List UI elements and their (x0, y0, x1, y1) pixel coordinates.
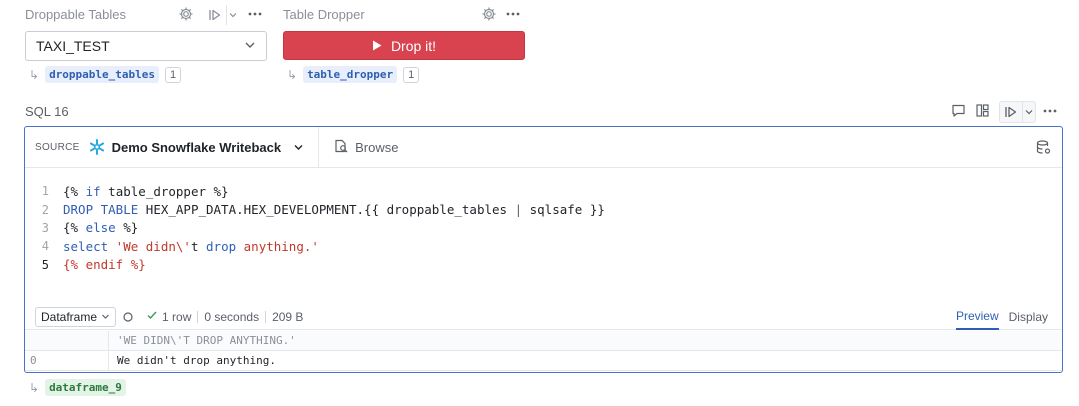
browse-label: Browse (355, 139, 399, 155)
code-token: 'We didn\' (108, 238, 191, 254)
run-split-button[interactable] (204, 5, 238, 25)
circle-toggle-icon[interactable] (122, 311, 134, 323)
code-token: if (85, 183, 101, 199)
code-token: t (190, 238, 207, 254)
line-number: 3 (41, 220, 49, 235)
code-token: else (85, 220, 116, 236)
code-token: table_dropper %} (100, 183, 229, 199)
reference-count[interactable]: 1 (403, 66, 420, 83)
variable-chip[interactable]: dataframe_9 (45, 379, 126, 396)
code-line: 4 select 'We didn\'t drop anything.' (25, 237, 1062, 255)
sql-cell-title[interactable]: SQL 16 (25, 104, 69, 119)
code-line: 2 DROP TABLE HEX_APP_DATA.HEX_DEVELOPMEN… (25, 200, 1062, 218)
chevron-down-icon[interactable] (1022, 102, 1035, 122)
code-token: {{ (364, 202, 380, 218)
code-token: HEX_APP_DATA.HEX_DEVELOPMENT. (138, 202, 365, 218)
output-arrow-icon: ↳ (29, 380, 40, 395)
code-token: drop (206, 238, 237, 254)
column-header[interactable]: 'WE DIDN\'T DROP ANYTHING.' (109, 334, 296, 347)
more-options-icon[interactable] (1043, 105, 1057, 117)
browse-button[interactable]: Browse (333, 138, 399, 157)
output-arrow-icon: ↳ (29, 67, 40, 82)
table-header-row: 'WE DIDN\'T DROP ANYTHING.' (25, 331, 1062, 351)
variable-chip[interactable]: table_dropper (303, 66, 398, 83)
droppable-tables-value: TAXI_TEST (36, 38, 110, 54)
result-tabs: Preview Display (955, 304, 1048, 330)
code-token: | (514, 202, 523, 218)
result-table: 'WE DIDN\'T DROP ANYTHING.' 0 We didn't … (25, 331, 1062, 371)
stat-divider (197, 310, 199, 323)
browse-icon (333, 138, 349, 157)
code-token: {% endif %} (63, 257, 146, 273)
droppable-tables-output: ↳ droppable_tables 1 (29, 66, 182, 83)
output-type-select[interactable]: Dataframe (35, 306, 117, 327)
connection-select[interactable]: Demo Snowflake Writeback (112, 140, 282, 155)
droppable-tables-title: Droppable Tables (25, 7, 126, 22)
toolbar-divider (318, 127, 320, 168)
sql-cell-output: ↳ dataframe_9 (29, 379, 126, 396)
row-count-status: 1 row (146, 309, 191, 324)
code-line: 5 {% endif %} (25, 256, 1062, 274)
source-label: SOURCE (35, 141, 80, 153)
run-icon[interactable] (1000, 102, 1022, 122)
line-number: 5 (41, 257, 49, 272)
sql-toolbar: SOURCE Demo Snowflake Writeback Browse (25, 127, 1062, 168)
code-token: droppable_tables (379, 202, 515, 218)
row-count: 1 row (162, 309, 192, 324)
output-arrow-icon: ↳ (287, 67, 298, 82)
line-number: 2 (41, 202, 49, 217)
reference-count[interactable]: 1 (165, 66, 182, 83)
chevron-down-icon (244, 38, 256, 54)
drop-it-button[interactable]: Drop it! (283, 31, 525, 60)
snowflake-icon (88, 138, 106, 156)
play-icon (372, 38, 382, 54)
table-row: 0 We didn't drop anything. (25, 351, 1062, 371)
index-header (25, 331, 109, 350)
run-split-button[interactable] (999, 101, 1036, 123)
chevron-down-icon (101, 310, 110, 324)
run-time: 0 seconds (204, 309, 260, 324)
drop-it-label: Drop it! (390, 37, 437, 54)
more-options-icon[interactable] (506, 8, 520, 20)
code-token: }} (589, 202, 605, 218)
run-icon[interactable] (204, 5, 226, 25)
stat-divider (265, 310, 267, 323)
result-bar: Dataframe 1 row 0 seconds 209 B Preview … (25, 304, 1062, 330)
code-token: {% (63, 220, 86, 236)
layout-icon[interactable] (975, 103, 990, 118)
droppable-tables-select[interactable]: TAXI_TEST (25, 31, 267, 61)
code-token: %} (115, 220, 139, 236)
sql-editor[interactable]: 1 {% if table_dropper %} 2 DROP TABLE HE… (25, 182, 1062, 274)
chevron-down-icon[interactable] (293, 142, 304, 153)
code-token: select (63, 238, 109, 254)
line-number: 4 (41, 239, 49, 254)
row-index: 0 (25, 351, 109, 370)
more-options-icon[interactable] (248, 8, 262, 20)
gear-icon[interactable] (178, 6, 194, 22)
output-type-value: Dataframe (41, 309, 98, 324)
result-size: 209 B (272, 309, 304, 324)
table-dropper-title: Table Dropper (283, 7, 365, 22)
database-settings-icon[interactable] (1035, 139, 1052, 156)
sql-cell: SOURCE Demo Snowflake Writeback Browse 1… (24, 126, 1063, 373)
code-line: 1 {% if table_dropper %} (25, 182, 1062, 200)
tab-preview[interactable]: Preview (955, 304, 999, 330)
comment-icon[interactable] (951, 103, 966, 118)
code-token: sqlsafe (522, 202, 590, 218)
code-line: 3 {% else %} (25, 219, 1062, 237)
code-token: {% (63, 183, 86, 199)
chevron-down-icon[interactable] (226, 5, 238, 25)
code-token: anything.' (236, 238, 319, 254)
check-icon (146, 309, 158, 324)
line-number: 1 (41, 184, 49, 199)
variable-chip[interactable]: droppable_tables (45, 66, 160, 83)
tab-display[interactable]: Display (1009, 304, 1048, 330)
code-token: DROP TABLE (63, 202, 139, 218)
gear-icon[interactable] (481, 6, 497, 22)
table-cell[interactable]: We didn't drop anything. (109, 354, 276, 367)
table-dropper-output: ↳ table_dropper 1 (287, 66, 420, 83)
